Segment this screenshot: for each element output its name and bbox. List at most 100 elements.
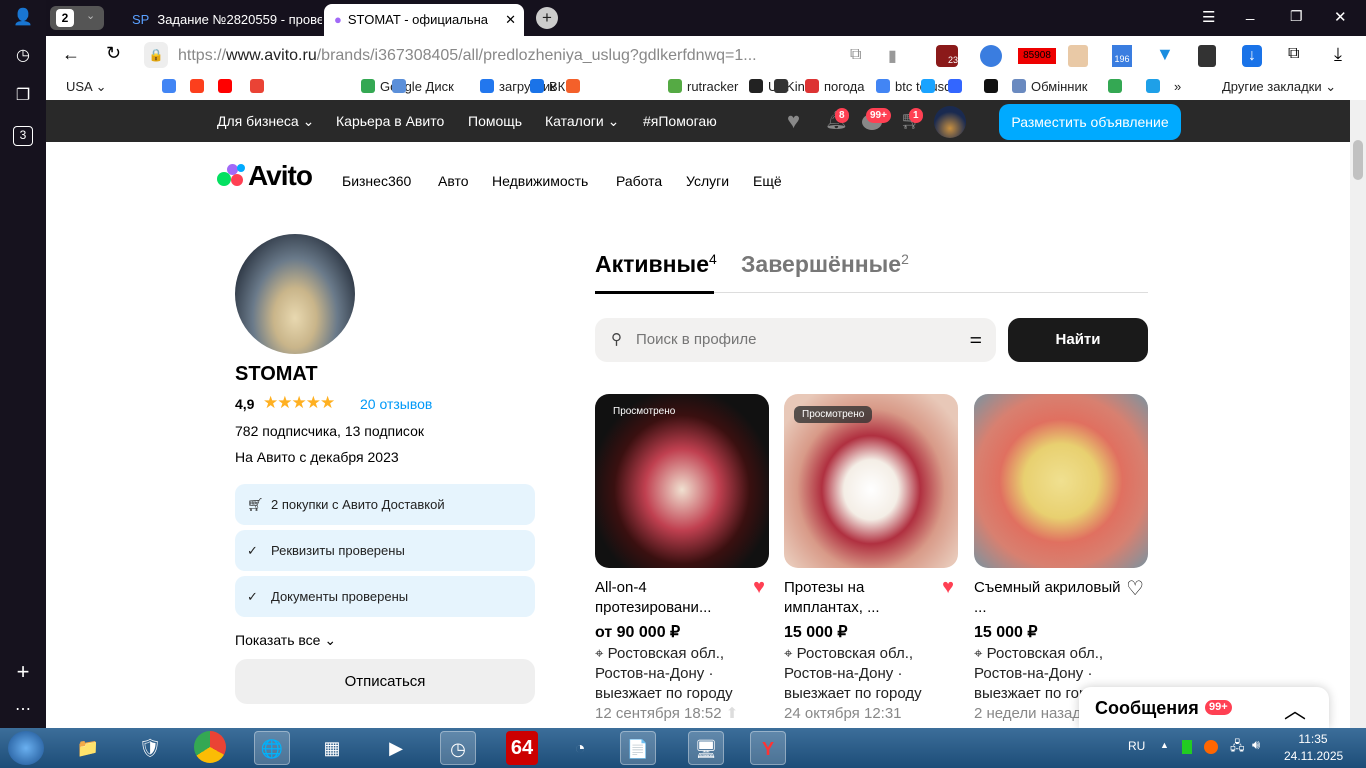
- listing-card[interactable]: Просмотрено All-on-4 протезировани... ♥ …: [595, 394, 769, 724]
- chrome-icon[interactable]: [194, 731, 226, 763]
- network-icon[interactable]: 🖧: [1230, 737, 1245, 759]
- extension-dark-icon[interactable]: [1198, 45, 1216, 67]
- unsubscribe-button[interactable]: Отписаться: [235, 659, 535, 704]
- wise-care-icon[interactable]: 🛡: [132, 731, 168, 765]
- bookmark-item[interactable]: [1108, 79, 1127, 94]
- bookmark-item[interactable]: Обмінник: [1012, 79, 1087, 94]
- bookmark-item[interactable]: [774, 79, 793, 94]
- listing-card[interactable]: Съемный акриловый ... ♡ 15 000 ₽ ⌖ Росто…: [974, 394, 1148, 724]
- messages-widget[interactable]: Сообщения 99+ ︿: [1079, 687, 1329, 728]
- show-all-button[interactable]: Показать все ⌄: [235, 632, 336, 649]
- extension-calendar-icon[interactable]: 196: [1112, 45, 1132, 67]
- nav-more[interactable]: Ещё: [753, 173, 782, 189]
- scrollbar-thumb[interactable]: [1353, 140, 1363, 180]
- add-icon[interactable]: +: [13, 661, 33, 683]
- favorites-icon[interactable]: ♥: [787, 108, 800, 134]
- bookmark-item[interactable]: [921, 79, 940, 94]
- other-bookmarks[interactable]: Другие закладки ⌄: [1222, 79, 1336, 95]
- nav-help[interactable]: Помощь: [468, 113, 522, 129]
- nav-realty[interactable]: Недвижимость: [492, 173, 588, 189]
- tray-expand-icon[interactable]: ▲: [1160, 740, 1169, 750]
- nav-services[interactable]: Услуги: [686, 173, 729, 189]
- reload-icon[interactable]: ↻: [106, 43, 121, 64]
- bookmark-item[interactable]: rutracker: [668, 79, 738, 94]
- listing-image[interactable]: Просмотрено: [595, 394, 769, 568]
- bookmark-item[interactable]: [162, 79, 181, 94]
- page-scrollbar[interactable]: [1350, 100, 1366, 728]
- favorite-icon[interactable]: ♥: [942, 576, 954, 599]
- bookmark-item[interactable]: погода: [805, 79, 865, 94]
- bookmark-item[interactable]: [392, 79, 411, 94]
- downloads-icon[interactable]: ⤓: [1334, 44, 1342, 65]
- extension-box-icon[interactable]: [1068, 45, 1088, 67]
- media-player-icon[interactable]: ▶: [378, 731, 414, 765]
- bookmark-item[interactable]: [984, 79, 1003, 94]
- nav-catalogs[interactable]: Каталоги ⌄: [545, 113, 619, 130]
- bookmark-item[interactable]: [1146, 79, 1165, 94]
- history-icon[interactable]: ◷: [13, 46, 33, 66]
- volume-icon[interactable]: 🔊︎: [1252, 737, 1260, 753]
- clock[interactable]: 11:35 24.11.2025: [1284, 732, 1343, 763]
- globe-app-icon[interactable]: 🌐: [254, 731, 290, 765]
- bookmark-item[interactable]: [250, 79, 269, 94]
- tab-completed[interactable]: Завершённые2: [741, 251, 909, 278]
- listing-card[interactable]: Просмотрено Протезы на имплантах, ... ♥ …: [784, 394, 958, 724]
- more-icon[interactable]: ⋯: [13, 700, 33, 720]
- nav-auto[interactable]: Авто: [438, 173, 469, 189]
- bookmark-item[interactable]: [190, 79, 209, 94]
- extensions-icon[interactable]: ⧉: [1288, 45, 1299, 63]
- aida64-icon[interactable]: 64: [506, 731, 538, 765]
- minimize-icon[interactable]: _: [1246, 4, 1254, 21]
- start-button[interactable]: [8, 731, 44, 765]
- chevron-up-icon[interactable]: ︿: [1284, 693, 1306, 725]
- restore-icon[interactable]: ❐: [1290, 8, 1303, 25]
- address-bar[interactable]: https://www.avito.ru/brands/i367308405/a…: [178, 42, 818, 70]
- bookmark-item[interactable]: [948, 79, 967, 94]
- tray-green-icon[interactable]: [1182, 740, 1192, 754]
- extension-shield-icon[interactable]: 23: [936, 45, 958, 67]
- collections-icon[interactable]: ❐: [13, 86, 33, 106]
- language-indicator[interactable]: RU: [1128, 739, 1145, 753]
- new-tab-button[interactable]: +: [536, 7, 558, 29]
- listing-title[interactable]: All-on-4 протезировани...: [595, 578, 745, 618]
- bookmark-usa[interactable]: USA ⌄: [66, 79, 107, 95]
- profile-icon[interactable]: 👤: [13, 8, 33, 28]
- explorer-icon[interactable]: 📁: [70, 731, 106, 765]
- monitor-app-icon[interactable]: 🖥: [688, 731, 724, 765]
- back-icon[interactable]: ←: [62, 44, 80, 65]
- bookmark-item[interactable]: btc to usd: [876, 79, 951, 94]
- post-ad-button[interactable]: Разместить объявление: [999, 104, 1181, 140]
- tab-group-button[interactable]: 2 ⌄: [50, 6, 104, 30]
- tab-active[interactable]: Активные4: [595, 251, 717, 278]
- yandex-browser-icon[interactable]: Y: [750, 731, 786, 765]
- tab-stomat[interactable]: ● STOMAT - официальная страница ✕: [324, 4, 524, 36]
- listing-title[interactable]: Протезы на имплантах, ...: [784, 578, 934, 618]
- network-app-icon[interactable]: ▦: [314, 731, 350, 765]
- nav-business[interactable]: Для бизнеса ⌄: [217, 113, 314, 130]
- tray-avast-icon[interactable]: [1204, 740, 1218, 754]
- clock-app-icon[interactable]: ◷: [440, 731, 476, 765]
- nav-jobs[interactable]: Работа: [616, 173, 662, 189]
- bookmark-icon[interactable]: ▮: [888, 46, 897, 66]
- user-avatar[interactable]: [934, 106, 966, 138]
- listing-title[interactable]: Съемный акриловый ...: [974, 578, 1124, 618]
- chart-app-icon[interactable]: ◔: [562, 731, 598, 765]
- close-tab-icon[interactable]: ✕: [505, 4, 516, 36]
- menu-icon[interactable]: ☰: [1202, 8, 1215, 26]
- avito-logo-dots[interactable]: [217, 162, 247, 192]
- listing-image[interactable]: Просмотрено: [784, 394, 958, 568]
- listing-image[interactable]: [974, 394, 1148, 568]
- notepad-icon[interactable]: 📄: [620, 731, 656, 765]
- nav-career[interactable]: Карьера в Авито: [336, 113, 444, 129]
- tab-task[interactable]: SP Задание №2820559 - проверка: [132, 4, 322, 36]
- followers-text[interactable]: 782 подписчика, 13 подписок: [235, 423, 424, 439]
- more-bookmarks-icon[interactable]: »: [1174, 79, 1181, 94]
- extension-download-icon[interactable]: ↓: [1242, 45, 1262, 67]
- extension-vpn-icon[interactable]: [980, 45, 1002, 67]
- bookmark-item[interactable]: [218, 79, 237, 94]
- reviews-link[interactable]: 20 отзывов: [360, 396, 432, 412]
- bookmark-item[interactable]: ВК: [530, 79, 565, 94]
- profile-search-input[interactable]: ⚲ Поиск в профиле ⚌: [595, 318, 996, 362]
- favorite-outline-icon[interactable]: ♡: [1126, 576, 1144, 601]
- nav-business360[interactable]: Бизнес360: [342, 173, 411, 189]
